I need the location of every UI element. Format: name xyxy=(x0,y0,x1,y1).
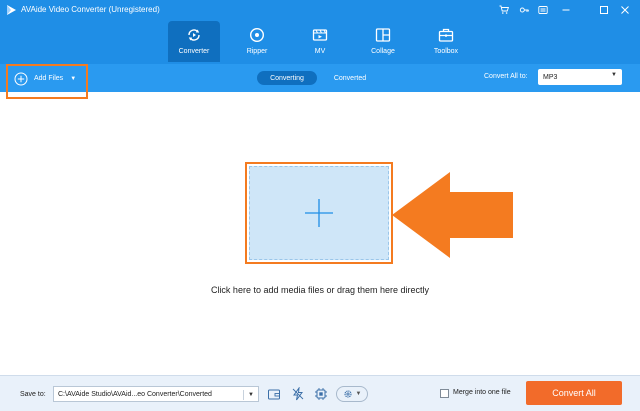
hardware-acceleration-button[interactable] xyxy=(290,385,306,403)
tab-ripper-label: Ripper xyxy=(246,48,268,55)
minimize-icon[interactable] xyxy=(559,3,573,17)
add-files-button[interactable]: Add Files ▼ xyxy=(14,71,76,86)
output-format-select[interactable]: MP3 ▼ xyxy=(538,69,622,85)
disc-icon xyxy=(249,27,265,43)
output-format-value: MP3 xyxy=(543,73,558,81)
tab-collage[interactable]: Collage xyxy=(357,21,409,62)
add-circle-icon xyxy=(14,72,28,85)
app-logo-icon xyxy=(7,5,16,15)
collage-icon xyxy=(375,28,391,42)
plus-icon xyxy=(305,199,333,227)
gear-icon xyxy=(343,390,352,398)
add-media-drop-zone[interactable] xyxy=(249,166,389,260)
menu-icon[interactable] xyxy=(536,3,550,17)
gpu-chip-icon xyxy=(315,388,327,400)
tab-ripper[interactable]: Ripper xyxy=(231,21,283,62)
chevron-down-icon: ▼ xyxy=(355,391,362,397)
app-title: AVAide Video Converter (Unregistered) xyxy=(21,5,160,14)
save-to-label: Save to: xyxy=(20,391,46,398)
tab-converted[interactable]: Converted xyxy=(324,71,376,85)
tab-converter[interactable]: Converter xyxy=(168,21,220,62)
arrow-left-icon xyxy=(392,172,513,258)
merge-checkbox[interactable] xyxy=(440,389,449,398)
tab-converter-label: Converter xyxy=(178,48,210,55)
save-path-field[interactable]: C:\AVAide Studio\AVAid...eo Converter\Co… xyxy=(53,386,259,402)
gpu-acceleration-button[interactable] xyxy=(313,385,329,403)
open-folder-button[interactable] xyxy=(266,385,282,403)
close-icon[interactable] xyxy=(618,3,632,17)
mv-icon xyxy=(312,29,328,41)
toolbox-icon xyxy=(438,28,454,42)
tab-mv[interactable]: MV xyxy=(294,21,346,62)
settings-button[interactable]: ▼ xyxy=(336,386,368,402)
lightning-off-icon xyxy=(292,387,304,401)
converter-icon xyxy=(188,29,200,41)
save-path-value: C:\AVAide Studio\AVAid...eo Converter\Co… xyxy=(58,390,212,398)
convert-all-to-label: Convert All to: xyxy=(484,73,528,80)
convert-all-button[interactable]: Convert All xyxy=(526,381,622,405)
key-icon[interactable] xyxy=(517,3,531,17)
tab-converting[interactable]: Converting xyxy=(257,71,317,85)
tab-mv-label: MV xyxy=(314,48,326,55)
merge-label: Merge into one file xyxy=(453,389,511,396)
add-files-label: Add Files xyxy=(34,75,64,82)
cart-icon[interactable] xyxy=(497,3,511,17)
folder-icon xyxy=(268,389,280,400)
tab-collage-label: Collage xyxy=(371,48,395,55)
chevron-down-icon: ▼ xyxy=(611,72,617,78)
tab-toolbox[interactable]: Toolbox xyxy=(420,21,472,62)
chevron-down-icon[interactable]: ▼ xyxy=(243,390,254,400)
maximize-icon[interactable] xyxy=(597,3,611,17)
add-files-dropdown-icon[interactable]: ▼ xyxy=(70,76,76,82)
drop-hint-text: Click here to add media files or drag th… xyxy=(210,285,430,295)
tab-toolbox-label: Toolbox xyxy=(433,48,459,55)
